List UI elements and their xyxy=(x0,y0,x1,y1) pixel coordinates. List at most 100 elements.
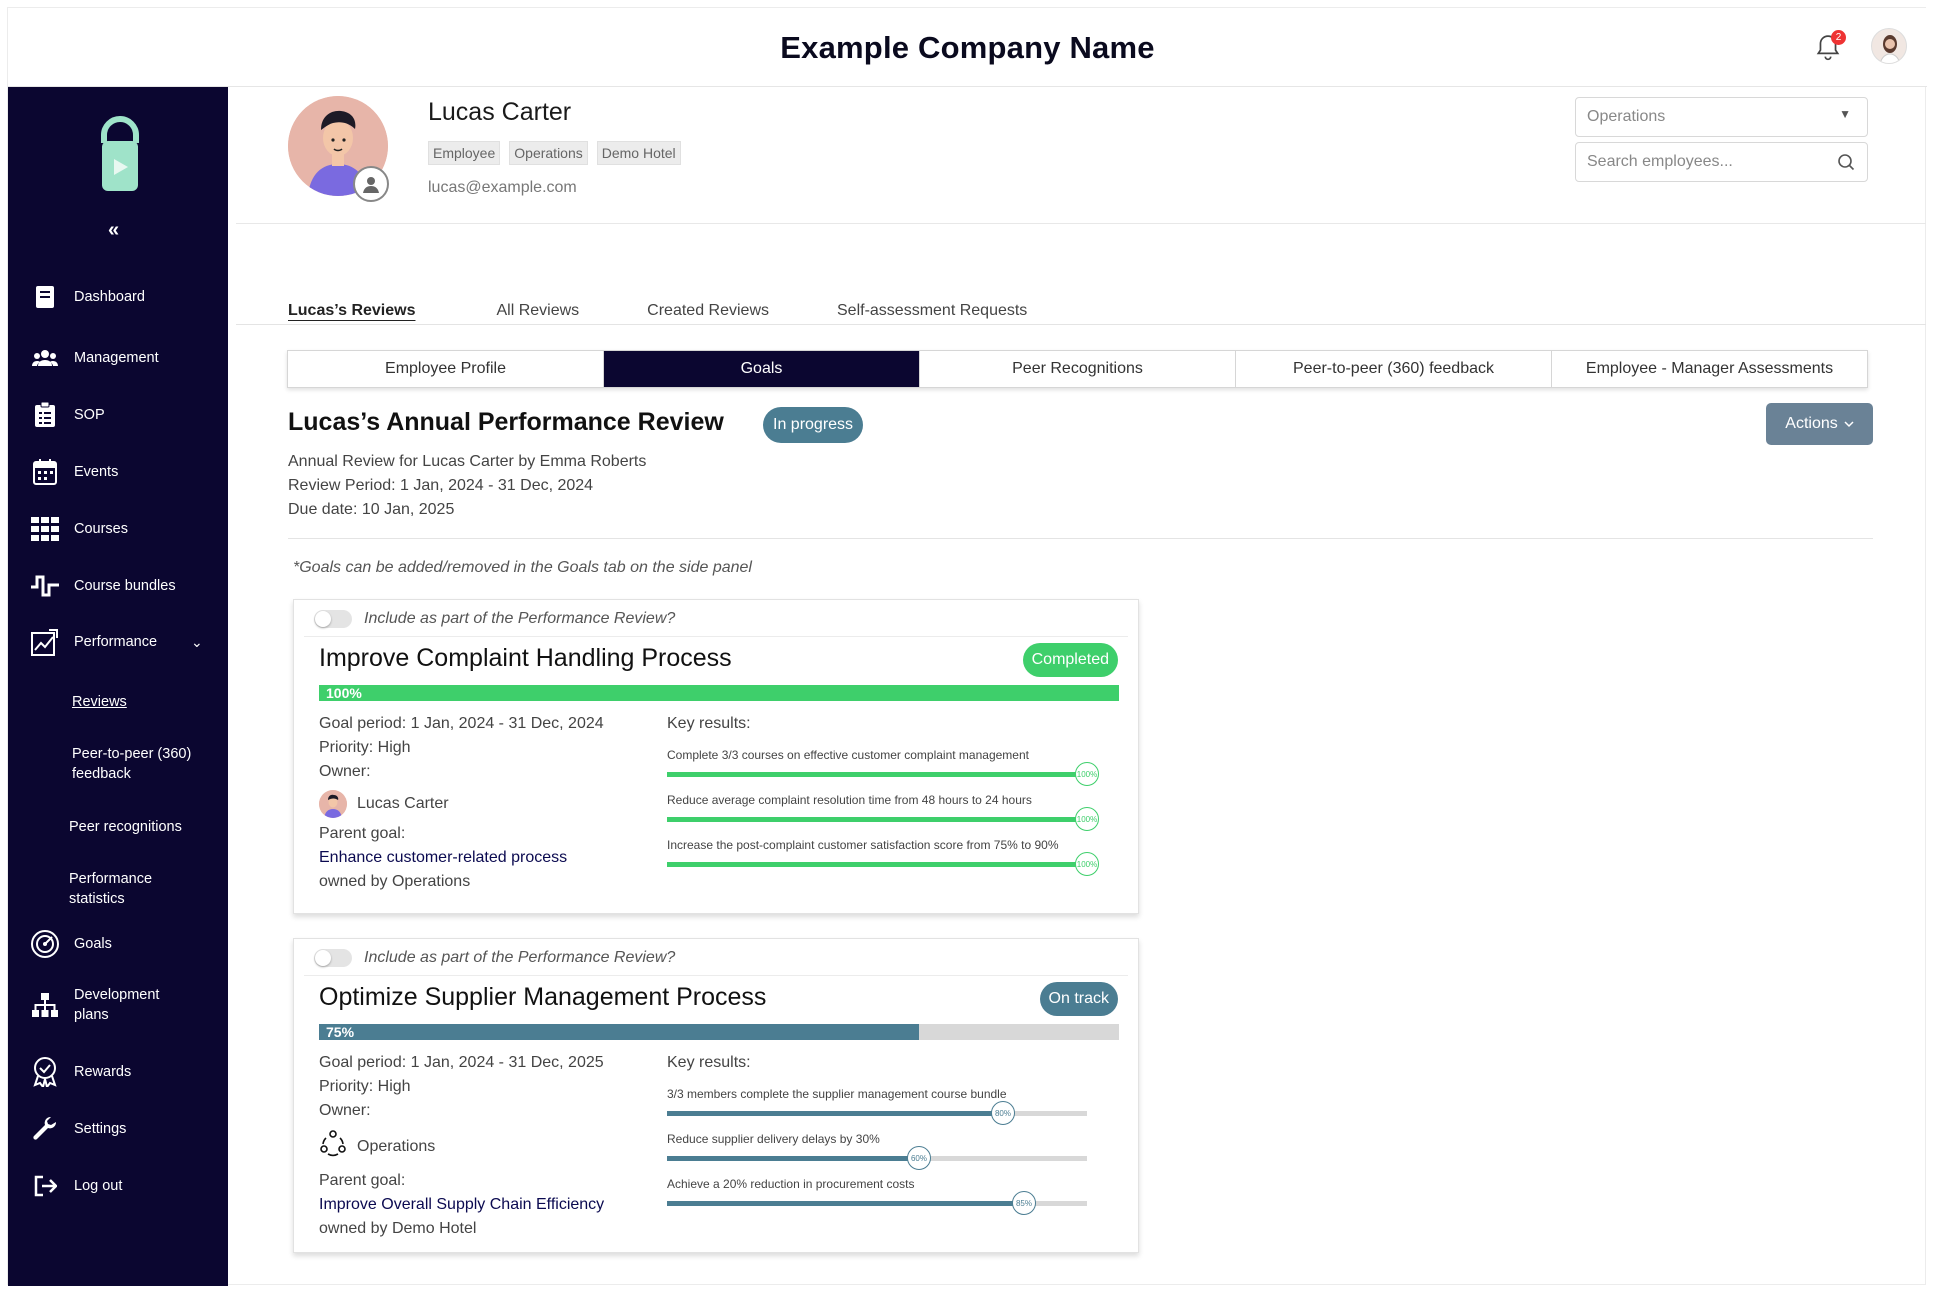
goal-card: Include as part of the Performance Revie… xyxy=(293,599,1139,914)
tab-manager-assessments[interactable]: Employee - Manager Assessments xyxy=(1552,351,1867,387)
goal-period: Goal period: 1 Jan, 2024 - 31 Dec, 2025 xyxy=(319,1054,604,1071)
search-icon[interactable] xyxy=(1837,153,1855,176)
sidebar-item-label: Development plans xyxy=(74,987,160,1023)
sidebar-item-sop[interactable]: SOP xyxy=(30,400,105,430)
review-meta: Annual Review for Lucas Carter by Emma R… xyxy=(288,450,646,522)
sidebar-item-dashboard[interactable]: Dashboard xyxy=(30,282,145,312)
goal-details: Goal period: 1 Jan, 2024 - 31 Dec, 2024 … xyxy=(319,712,604,894)
sidebar-subitem-reviews[interactable]: Reviews xyxy=(72,692,127,712)
key-result-track: 100% xyxy=(667,807,1099,831)
include-toggle[interactable] xyxy=(314,610,352,628)
review-subtitle: Annual Review for Lucas Carter by Emma R… xyxy=(288,453,647,470)
owner-avatar xyxy=(319,790,347,818)
parent-goal-link[interactable]: Enhance customer-related process xyxy=(319,846,604,870)
goal-progress-bar: 100% xyxy=(319,685,1119,701)
goal-title: Improve Complaint Handling Process xyxy=(319,644,732,672)
app-frame: Example Company Name 2 « Dashboard Manag… xyxy=(7,7,1927,1286)
key-result-track: 60% xyxy=(667,1146,1087,1170)
tab-created-reviews[interactable]: Created Reviews xyxy=(647,302,769,320)
sidebar-subitem-peer-feedback[interactable]: Peer-to-peer (360) feedback xyxy=(72,744,222,784)
parent-goal-link[interactable]: Improve Overall Supply Chain Efficiency xyxy=(319,1193,604,1217)
goal-card: Include as part of the Performance Revie… xyxy=(293,938,1139,1253)
actions-button-label: Actions xyxy=(1785,415,1838,432)
tabs-divider xyxy=(236,324,1926,325)
grid-icon xyxy=(30,514,60,544)
sidebar-item-label: Rewards xyxy=(74,1064,132,1080)
key-results-label: Key results: xyxy=(667,715,751,732)
sidebar-item-label: Dashboard xyxy=(74,289,145,305)
hierarchy-icon xyxy=(30,990,60,1020)
profile-email: lucas@example.com xyxy=(428,179,577,196)
key-result-text: Reduce supplier delivery delays by 30% xyxy=(667,1132,880,1146)
goal-progress-label: 100% xyxy=(326,685,362,701)
employee-search[interactable] xyxy=(1575,142,1868,182)
change-avatar-button[interactable] xyxy=(353,166,389,202)
key-result: Achieve a 20% reduction in procurement c… xyxy=(667,1177,1117,1222)
review-divider xyxy=(288,538,1873,539)
tab-peer-recognitions[interactable]: Peer Recognitions xyxy=(920,351,1236,387)
award-icon xyxy=(30,1057,60,1087)
review-period: Review Period: 1 Jan, 2024 - 31 Dec, 202… xyxy=(288,477,594,494)
notification-count-badge: 2 xyxy=(1831,30,1846,45)
app-logo xyxy=(94,115,146,195)
goal-owner-label: Owner: xyxy=(319,1102,371,1119)
logout-icon xyxy=(30,1171,60,1201)
users-group-icon xyxy=(30,343,60,373)
key-results: Key results: 3/3 members complete the su… xyxy=(667,1051,1117,1222)
sidebar-subitem-peer-recognitions[interactable]: Peer recognitions xyxy=(69,817,182,837)
target-icon xyxy=(30,929,60,959)
collapse-sidebar-button[interactable]: « xyxy=(108,219,119,242)
sidebar: « Dashboard Management SOP Events Course… xyxy=(8,87,228,1286)
notifications-bell-icon[interactable]: 2 xyxy=(1815,30,1846,62)
sidebar-item-goals[interactable]: Goals xyxy=(30,929,112,959)
sidebar-item-label: Log out xyxy=(74,1178,123,1194)
include-toggle[interactable] xyxy=(314,949,352,967)
sidebar-item-development-plans[interactable]: Development plans xyxy=(30,985,184,1025)
key-result-fill xyxy=(667,817,1087,822)
tab-my-reviews[interactable]: Lucas’s Reviews xyxy=(288,302,415,320)
search-input[interactable] xyxy=(1587,153,1817,171)
tab-goals[interactable]: Goals xyxy=(604,351,920,387)
goal-owner: Lucas Carter xyxy=(319,790,604,818)
key-result-handle[interactable]: 100% xyxy=(1075,852,1099,876)
sidebar-item-label: Course bundles xyxy=(74,578,176,594)
actions-button[interactable]: Actions xyxy=(1766,403,1873,445)
sidebar-item-logout[interactable]: Log out xyxy=(30,1171,122,1201)
key-result-handle[interactable]: 100% xyxy=(1075,807,1099,831)
tab-peer-feedback[interactable]: Peer-to-peer (360) feedback xyxy=(1236,351,1552,387)
sidebar-item-label: Settings xyxy=(74,1121,127,1137)
parent-goal-label: Parent goal: xyxy=(319,1172,406,1189)
user-avatar[interactable] xyxy=(1871,28,1907,64)
sidebar-item-label: Goals xyxy=(74,936,112,952)
parent-goal-owner: owned by Operations xyxy=(319,873,471,890)
key-result-handle[interactable]: 100% xyxy=(1075,762,1099,786)
sidebar-item-courses[interactable]: Courses xyxy=(30,514,128,544)
sidebar-item-label: SOP xyxy=(74,407,105,423)
profile-name: Lucas Carter xyxy=(428,98,572,126)
tab-employee-profile[interactable]: Employee Profile xyxy=(288,351,604,387)
team-icon xyxy=(319,1129,347,1165)
key-result-handle[interactable]: 60% xyxy=(907,1146,931,1170)
review-status-badge: In progress xyxy=(763,407,864,443)
key-result-text: Reduce average complaint resolution time… xyxy=(667,793,1032,807)
sidebar-item-performance[interactable]: Performance xyxy=(30,627,157,657)
sidebar-item-management[interactable]: Management xyxy=(30,343,159,373)
goal-status-badge: On track xyxy=(1039,982,1118,1016)
key-result-handle[interactable]: 80% xyxy=(991,1101,1015,1125)
sidebar-subitem-performance-statistics[interactable]: Performance statistics xyxy=(69,869,189,909)
key-result-fill xyxy=(667,1201,1024,1206)
include-label: Include as part of the Performance Revie… xyxy=(364,949,676,966)
sidebar-item-rewards[interactable]: Rewards xyxy=(30,1057,131,1087)
goal-progress-fill xyxy=(319,1024,919,1040)
key-result-handle[interactable]: 85% xyxy=(1012,1191,1036,1215)
owner-name: Operations xyxy=(357,1138,436,1155)
sidebar-item-course-bundles[interactable]: Course bundles xyxy=(30,571,176,601)
sidebar-item-events[interactable]: Events xyxy=(30,457,118,487)
chevron-down-icon[interactable]: ⌄ xyxy=(191,634,203,651)
tab-all-reviews[interactable]: All Reviews xyxy=(496,302,579,320)
sidebar-item-settings[interactable]: Settings xyxy=(30,1114,126,1144)
key-result: Reduce supplier delivery delays by 30% 6… xyxy=(667,1132,1117,1177)
tab-self-assessment-requests[interactable]: Self-assessment Requests xyxy=(837,302,1027,320)
department-select[interactable]: Operations ▼ xyxy=(1575,97,1868,137)
key-result-track: 100% xyxy=(667,762,1099,786)
